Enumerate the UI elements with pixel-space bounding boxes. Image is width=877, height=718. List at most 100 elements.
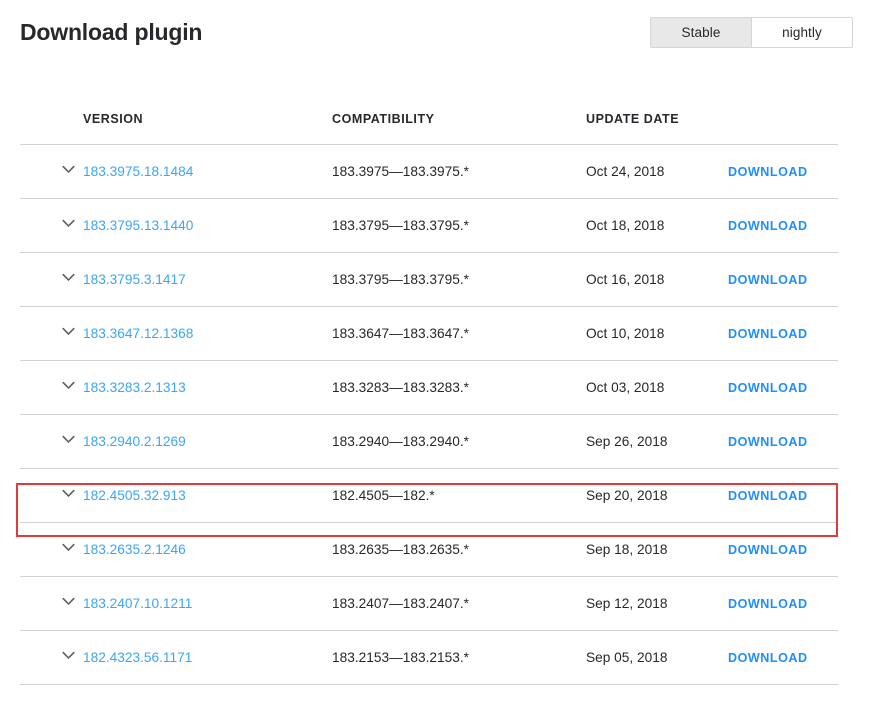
compatibility-cell: 183.3647—183.3647.* (332, 306, 586, 361)
expand-cell (20, 576, 83, 631)
version-cell: 182.4323.56.1171 (83, 630, 332, 685)
download-button[interactable]: DOWNLOAD (728, 489, 808, 503)
compatibility-cell: 183.3975—183.3975.* (332, 144, 586, 199)
version-link[interactable]: 182.4505.32.913 (83, 488, 186, 503)
table-row: 183.3795.3.1417 183.3795—183.3795.* Oct 16… (20, 252, 838, 307)
expand-cell (20, 630, 83, 685)
versions-table: VERSION COMPATIBILITY UPDATE DATE 183.39… (20, 112, 838, 685)
version-cell: 183.3283.2.1313 (83, 360, 332, 415)
update-date-cell: Sep 18, 2018 (586, 522, 728, 577)
download-plugin-page: Download plugin Stable nightly VERSION C… (0, 0, 877, 718)
chevron-down-icon[interactable] (62, 543, 75, 554)
action-cell: DOWNLOAD (728, 198, 838, 253)
version-link[interactable]: 183.3975.18.1484 (83, 164, 193, 179)
download-button[interactable]: DOWNLOAD (728, 327, 808, 341)
action-cell: DOWNLOAD (728, 414, 838, 469)
chevron-down-icon[interactable] (62, 381, 75, 392)
column-header-update-date: UPDATE DATE (586, 112, 680, 126)
expand-cell (20, 522, 83, 577)
download-button[interactable]: DOWNLOAD (728, 435, 808, 449)
channel-toggle-group: Stable nightly (650, 17, 853, 48)
update-date-cell: Oct 10, 2018 (586, 306, 728, 361)
compatibility-cell: 182.4505—182.* (332, 468, 586, 523)
update-date-cell: Oct 16, 2018 (586, 252, 728, 307)
expand-cell (20, 198, 83, 253)
action-cell: DOWNLOAD (728, 522, 838, 577)
version-link[interactable]: 183.3795.3.1417 (83, 272, 186, 287)
column-header-compatibility: COMPATIBILITY (332, 112, 435, 126)
column-header-action (728, 112, 838, 145)
compatibility-cell: 183.3795—183.3795.* (332, 198, 586, 253)
chevron-down-icon[interactable] (62, 489, 75, 500)
table-row: 183.2635.2.1246 183.2635—183.2635.* Sep 18… (20, 522, 838, 577)
versions-table-container: VERSION COMPATIBILITY UPDATE DATE 183.39… (20, 112, 838, 685)
chevron-down-icon[interactable] (62, 651, 75, 662)
table-row: 183.2940.2.1269 183.2940—183.2940.* Sep 26… (20, 414, 838, 469)
update-date-cell: Sep 26, 2018 (586, 414, 728, 469)
version-link[interactable]: 183.3795.13.1440 (83, 218, 193, 233)
action-cell: DOWNLOAD (728, 630, 838, 685)
expand-cell (20, 468, 83, 523)
expand-cell (20, 360, 83, 415)
version-link[interactable]: 183.2940.2.1269 (83, 434, 186, 449)
page-header: Download plugin Stable nightly (0, 0, 877, 72)
action-cell: DOWNLOAD (728, 252, 838, 307)
chevron-down-icon[interactable] (62, 327, 75, 338)
version-cell: 183.2940.2.1269 (83, 414, 332, 469)
version-link[interactable]: 183.3647.12.1368 (83, 326, 193, 341)
table-row: 183.3795.13.1440 183.3795—183.3795.* Oct 1… (20, 198, 838, 253)
page-title: Download plugin (20, 19, 203, 45)
chevron-down-icon[interactable] (62, 597, 75, 608)
download-button[interactable]: DOWNLOAD (728, 273, 808, 287)
action-cell: DOWNLOAD (728, 576, 838, 631)
expand-cell (20, 144, 83, 199)
version-cell: 183.2407.10.1211 (83, 576, 332, 631)
download-button[interactable]: DOWNLOAD (728, 219, 808, 233)
update-date-cell: Sep 05, 2018 (586, 630, 728, 685)
compatibility-cell: 183.3283—183.3283.* (332, 360, 586, 415)
version-link[interactable]: 183.2635.2.1246 (83, 542, 186, 557)
download-button[interactable]: DOWNLOAD (728, 543, 808, 557)
update-date-cell: Oct 18, 2018 (586, 198, 728, 253)
compatibility-cell: 183.2153—183.2153.* (332, 630, 586, 685)
compatibility-cell: 183.3795—183.3795.* (332, 252, 586, 307)
table-row: 183.3647.12.1368 183.3647—183.3647.* Oct 1… (20, 306, 838, 361)
table-row: 183.3283.2.1313 183.3283—183.3283.* Oct 03… (20, 360, 838, 415)
download-button[interactable]: DOWNLOAD (728, 165, 808, 179)
column-header-version: VERSION (83, 112, 144, 126)
version-cell: 183.2635.2.1246 (83, 522, 332, 577)
chevron-down-icon[interactable] (62, 165, 75, 176)
version-link[interactable]: 182.4323.56.1171 (83, 650, 192, 665)
table-row: 182.4323.56.1171 183.2153—183.2153.* Sep 0… (20, 630, 838, 685)
action-cell: DOWNLOAD (728, 468, 838, 523)
version-cell: 183.3647.12.1368 (83, 306, 332, 361)
action-cell: DOWNLOAD (728, 306, 838, 361)
action-cell: DOWNLOAD (728, 360, 838, 415)
chevron-down-icon[interactable] (62, 219, 75, 230)
table-body: 183.3975.18.1484 183.3975—183.3975.* Oct 2… (20, 144, 838, 685)
table-row: 183.2407.10.1211 183.2407—183.2407.* Sep 1… (20, 576, 838, 631)
expand-cell (20, 306, 83, 361)
expand-cell (20, 414, 83, 469)
version-link[interactable]: 183.2407.10.1211 (83, 596, 192, 611)
download-button[interactable]: DOWNLOAD (728, 381, 808, 395)
compatibility-cell: 183.2407—183.2407.* (332, 576, 586, 631)
update-date-cell: Sep 12, 2018 (586, 576, 728, 631)
version-cell: 183.3975.18.1484 (83, 144, 332, 199)
column-header-expand (20, 112, 83, 145)
channel-toggle-nightly[interactable]: nightly (751, 18, 852, 47)
chevron-down-icon[interactable] (62, 435, 75, 446)
channel-toggle-stable[interactable]: Stable (651, 18, 751, 47)
compatibility-cell: 183.2635—183.2635.* (332, 522, 586, 577)
action-cell: DOWNLOAD (728, 144, 838, 199)
download-button[interactable]: DOWNLOAD (728, 651, 808, 665)
version-cell: 183.3795.3.1417 (83, 252, 332, 307)
version-cell: 182.4505.32.913 (83, 468, 332, 523)
table-row: 183.3975.18.1484 183.3975—183.3975.* Oct 2… (20, 144, 838, 199)
expand-cell (20, 252, 83, 307)
chevron-down-icon[interactable] (62, 273, 75, 284)
update-date-cell: Oct 24, 2018 (586, 144, 728, 199)
update-date-cell: Sep 20, 2018 (586, 468, 728, 523)
version-link[interactable]: 183.3283.2.1313 (83, 380, 186, 395)
download-button[interactable]: DOWNLOAD (728, 597, 808, 611)
